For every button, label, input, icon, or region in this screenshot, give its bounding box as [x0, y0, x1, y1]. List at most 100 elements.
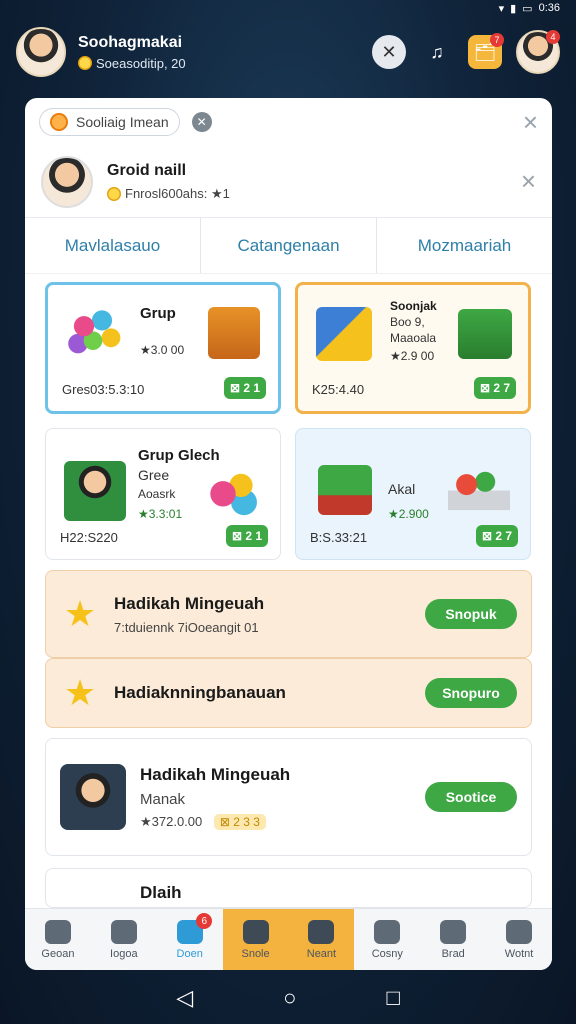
- product-card[interactable]: Grup ★3.0 00 Gres03:5.3:10 ⊠ 2 1: [45, 282, 281, 414]
- ticket-image: [316, 307, 372, 361]
- doc-icon: [374, 919, 401, 944]
- card-sub: Aoasrk: [138, 487, 176, 501]
- row-text: Hadiaknningbanauan: [114, 683, 286, 703]
- profile-close-icon[interactable]: ×: [521, 166, 536, 197]
- gift-button[interactable]: 🗂 7: [468, 33, 504, 69]
- search-coin-icon: [50, 113, 68, 131]
- header-user: Soohagmakai Soeasoditip, 20: [78, 34, 186, 71]
- home-icon: [44, 919, 71, 944]
- nav-item-doc[interactable]: Cosny: [354, 909, 420, 970]
- row-rating: ★372.0.00 ⊠ 2 3 3: [140, 813, 290, 830]
- row-text: Hadikah Mingeuah 7:tduiennk 7iOoeangit 0…: [114, 594, 264, 635]
- avatar[interactable]: [16, 27, 66, 77]
- card-price: B:S.33:21: [310, 530, 368, 545]
- row-badge: ⊠ 2 3 3: [213, 813, 266, 830]
- card-rating: ★2.9 00: [390, 349, 435, 363]
- buy-button[interactable]: ⊠ 2 1: [226, 525, 268, 547]
- top-header: Soohagmakai Soeasoditip, 20 ✕ ♫ 🗂 7 4: [16, 24, 560, 80]
- nav-item-home[interactable]: Geoan: [25, 909, 91, 970]
- claim-button[interactable]: Snopuk: [425, 599, 517, 629]
- row-text: Hadikah Mingeuah Manak ★372.0.00 ⊠ 2 3 3: [140, 765, 290, 830]
- main-panel: Sooliaig Imean ✕ × Groid naill Fnrosl600…: [25, 98, 552, 970]
- coin-icon: [78, 56, 92, 70]
- buy-button[interactable]: ⊠ 2 7: [474, 377, 516, 399]
- music-icon: ♫: [430, 41, 444, 62]
- profile-row-avatar: [41, 155, 93, 208]
- header-sub-text: Soeasoditip, 20: [96, 55, 186, 71]
- back-icon[interactable]: ◁: [176, 985, 193, 1011]
- tab-3[interactable]: Mozmaariah: [377, 218, 552, 273]
- buy-button[interactable]: ⊠ 2 1: [224, 377, 266, 399]
- list-item: ★ Hadikah Mingeuah 7:tduiennk 7iOoeangit…: [45, 570, 532, 658]
- notification-badge: 7: [490, 33, 504, 47]
- home-circle-icon[interactable]: ○: [283, 985, 296, 1011]
- music-button[interactable]: ♫: [420, 35, 454, 69]
- card-title: Akal: [388, 481, 416, 497]
- profile-badge: 4: [546, 30, 560, 44]
- clear-search-button[interactable]: ✕: [191, 112, 212, 132]
- profile-row: Groid naill Fnrosl600ahs: ★1 ×: [25, 146, 552, 218]
- row-sub: Manak: [140, 790, 186, 808]
- profile-sub-text: Fnrosl600ahs: ★1: [125, 185, 230, 201]
- header-actions: ✕ ♫ 🗂 7 4: [372, 30, 560, 74]
- row-title: Dlaih: [140, 883, 182, 902]
- nav-item-store[interactable]: 6 Doen: [157, 909, 223, 970]
- shopping-cart-image: [448, 465, 510, 521]
- buy-button[interactable]: ⊠ 2 7: [476, 525, 518, 547]
- profile-sub: Fnrosl600ahs: ★1: [107, 186, 230, 202]
- product-card[interactable]: Soonjak Boo 9, Maaoala ★2.9 00 K25:4.40 …: [295, 282, 531, 414]
- reward-list: ★ Hadikah Mingeuah 7:tduiennk 7iOoeangit…: [25, 560, 552, 908]
- nav-label: Doen: [176, 947, 203, 960]
- nav-item-settings[interactable]: Brad: [420, 909, 486, 970]
- card-price: Gres03:5.3:10: [62, 382, 145, 397]
- tools-icon: ✕: [381, 41, 397, 62]
- product-card[interactable]: Akal ★2.900 B:S.33:21 ⊠ 2 7: [295, 428, 531, 560]
- profile-info: Groid naill Fnrosl600ahs: ★1: [107, 162, 230, 202]
- nav-label: Cosny: [371, 947, 403, 960]
- claim-button[interactable]: Sootice: [425, 782, 517, 812]
- tab-bar: Mavlalasauo Catangenaan Mozmaariah: [25, 218, 552, 274]
- gift-pile-image: [202, 463, 262, 519]
- nav-label: Neant: [306, 947, 337, 960]
- profile-avatar[interactable]: 4: [516, 30, 560, 74]
- tab-2[interactable]: Catangenaan: [201, 218, 377, 273]
- chest-image: [208, 307, 260, 359]
- row-title: Hadiaknningbanauan: [114, 683, 286, 702]
- nav-item-search[interactable]: Iogoa: [91, 909, 157, 970]
- card-rating: ★3.0 00: [140, 343, 185, 357]
- tab-1[interactable]: Mavlalasauo: [25, 218, 201, 273]
- search-row: Sooliaig Imean ✕ ×: [25, 98, 552, 146]
- row-title: Hadikah Mingeuah: [114, 593, 265, 613]
- product-grid: Grup ★3.0 00 Gres03:5.3:10 ⊠ 2 1 Soonjak…: [25, 274, 552, 560]
- wifi-icon: ▾: [498, 2, 505, 15]
- header-name: Soohagmakai: [78, 33, 183, 51]
- star-icon: ★: [63, 593, 97, 634]
- row-rating-text: ★372.0.00: [140, 813, 203, 829]
- profile-coin-icon: [107, 186, 121, 201]
- card-rating: ★2.900: [388, 507, 429, 521]
- tools-button[interactable]: ✕: [372, 35, 406, 69]
- battery-icon: ▭: [522, 2, 533, 15]
- card-title: Grup Glech: [138, 447, 220, 464]
- person-image: [64, 461, 126, 521]
- user-icon: [506, 919, 533, 944]
- nav-item-profile[interactable]: Wotnt: [486, 909, 552, 970]
- balloons-image: [66, 303, 126, 361]
- search-icon: [110, 919, 137, 944]
- share-icon: [242, 919, 269, 944]
- nav-label: Snole: [241, 947, 270, 960]
- card-price: K25:4.40: [312, 382, 365, 397]
- list-item: Hadikah Mingeuah Manak ★372.0.00 ⊠ 2 3 3…: [45, 738, 532, 856]
- close-icon[interactable]: ×: [523, 107, 538, 138]
- search-input[interactable]: Sooliaig Imean: [39, 108, 180, 136]
- inbox-icon: [308, 919, 335, 944]
- nav-item-inbox[interactable]: Neant: [288, 909, 355, 970]
- nav-label: Iogoa: [110, 947, 138, 960]
- status-time: 0:36: [538, 2, 560, 14]
- claim-button[interactable]: Snopuro: [425, 678, 517, 708]
- nav-item-share[interactable]: Snole: [222, 909, 289, 970]
- recents-icon[interactable]: □: [386, 985, 399, 1011]
- product-card[interactable]: Grup Glech Gree Aoasrk ★3.3:01 H22:S220 …: [45, 428, 281, 560]
- row-title: Hadikah Mingeuah: [140, 764, 291, 784]
- card-rating: ★3.3:01: [138, 507, 183, 521]
